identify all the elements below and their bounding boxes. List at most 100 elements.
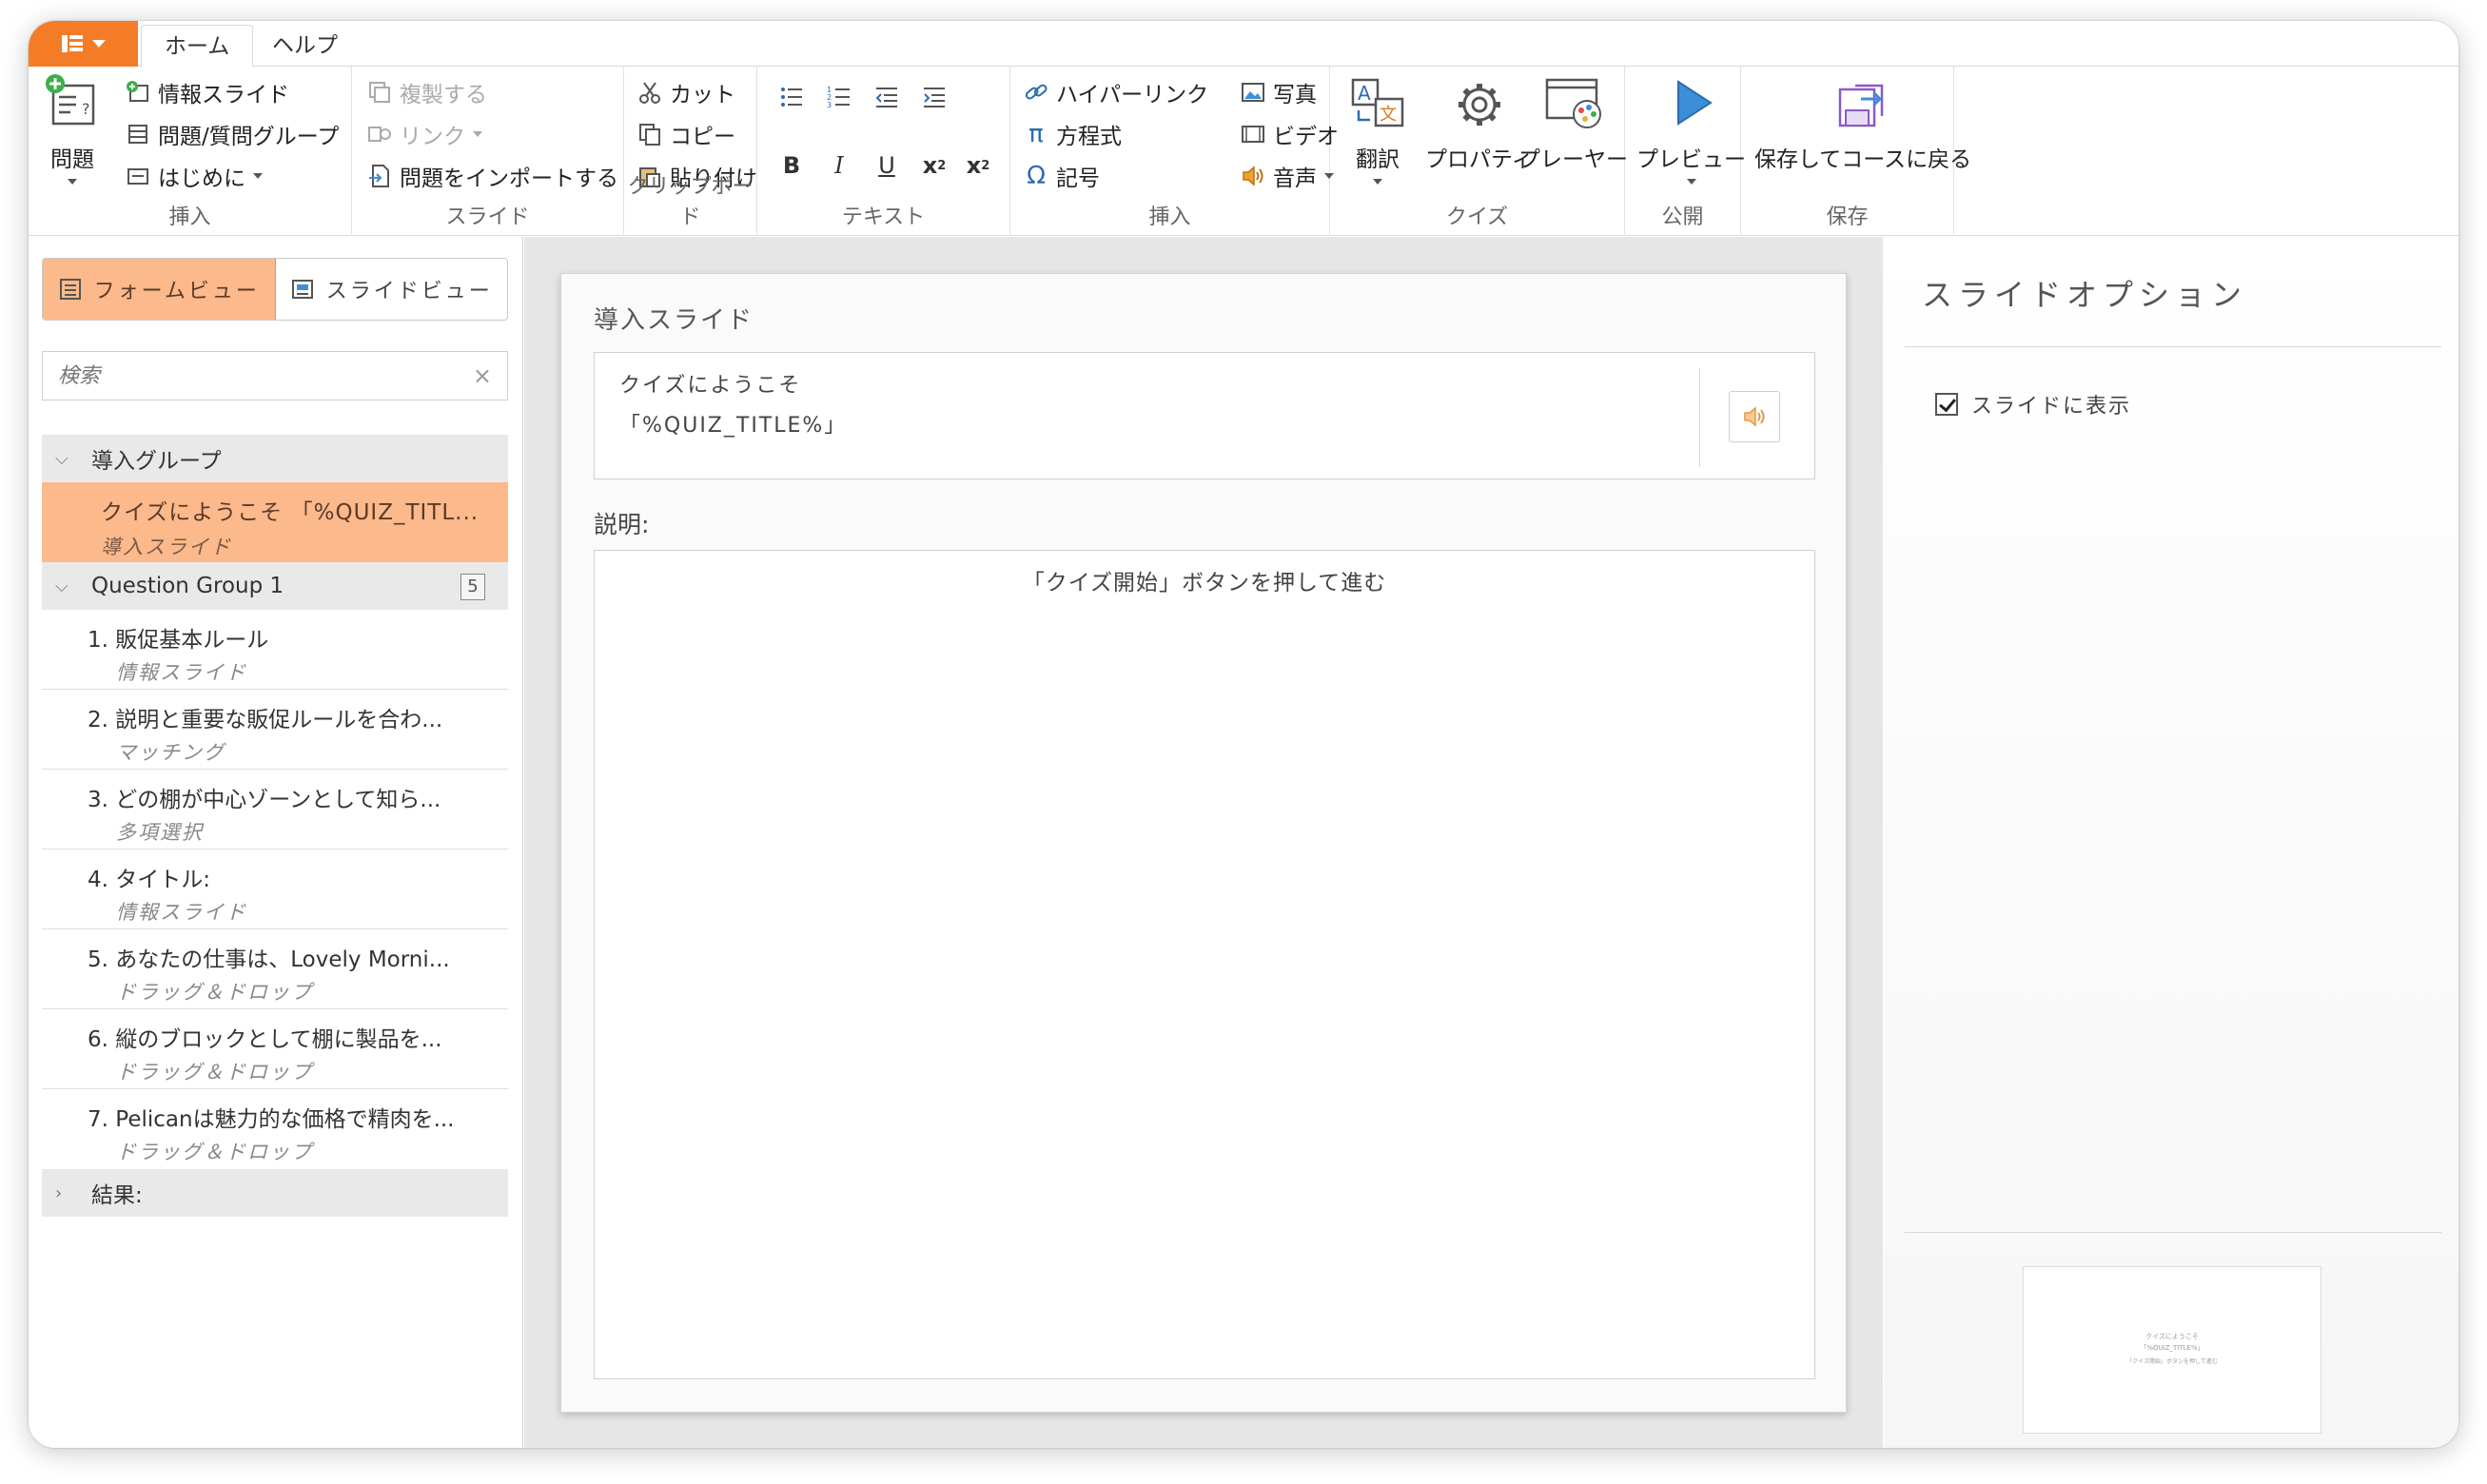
import-icon (367, 164, 392, 188)
question-group-button[interactable]: 問題/質問グループ (126, 118, 339, 150)
group-label-publish: 公開 (1661, 205, 1704, 229)
superscript-button[interactable]: x2 (959, 146, 997, 185)
bullet-list-button[interactable] (773, 78, 811, 116)
show-slide-label: スライドに表示 (1971, 395, 2132, 419)
thumb-title-line-1: クイズにようこそ (2145, 1333, 2199, 1340)
slide-thumbnail[interactable]: クイズにようこそ 「%QUIZ_TITLE%」 「クイズ開始」ボタンを押して進む (2023, 1266, 2321, 1434)
slide-editor: 導入スライド クイズにようこそ 「%QUIZ_TITLE%」 説明: 「クイズ開… (524, 237, 1883, 1448)
item-type: 情報スライド (116, 901, 247, 924)
show-slide-checkbox[interactable] (1935, 393, 1958, 416)
app-menu-button[interactable] (29, 21, 138, 67)
chevron-down-icon (68, 179, 77, 185)
chevron-down-icon[interactable]: ⌵ (55, 449, 80, 469)
title-audio-button[interactable] (1729, 391, 1780, 442)
group-insert: ? 問題 情報スライド 問題/質問グループ はじめに 挿入 (29, 67, 352, 236)
player-button[interactable]: プレーヤー (1518, 72, 1628, 173)
import-questions-button[interactable]: 問題をインポートする (367, 160, 618, 192)
subscript-mark: 2 (937, 158, 947, 173)
slide-view-button[interactable]: スライドビュー (276, 259, 508, 320)
translate-label: 翻訳 (1356, 147, 1400, 172)
svg-text:A: A (1358, 82, 1371, 105)
pi-icon: π (1028, 120, 1044, 148)
properties-button[interactable]: プロパティ (1425, 72, 1534, 173)
list-item[interactable]: 3. どの棚が中心ゾーンとして知ら... 多項選択 (42, 770, 508, 849)
divider (1905, 346, 2441, 347)
intro-slide-item[interactable]: クイズにようこそ 「%QUIZ_TITL... 導入スライド (42, 482, 508, 562)
clear-icon[interactable]: × (473, 362, 492, 389)
video-button[interactable]: ビデオ (1241, 118, 1339, 150)
symbol-button[interactable]: Ω 記号 (1024, 160, 1100, 192)
slide-view-icon (290, 277, 315, 302)
list-item[interactable]: 1. 販促基本ルール 情報スライド (42, 610, 508, 690)
link-button[interactable]: リンク (367, 118, 482, 150)
question-count-badge: 5 (460, 574, 485, 600)
item-title: 説明と重要な販促ルールを合わ... (115, 708, 443, 732)
group-header-intro[interactable]: ⌵ 導入グループ (42, 435, 508, 482)
item-title: どの棚が中心ゾーンとして知ら... (115, 788, 441, 812)
item-number: 5. (88, 947, 108, 972)
svg-text:?: ? (82, 100, 90, 118)
chevron-right-icon[interactable]: › (55, 1183, 80, 1203)
group-label-slide: スライド (445, 205, 530, 229)
bold-button[interactable]: B (773, 146, 811, 185)
group-title: 結果: (91, 1183, 143, 1208)
subscript-base: x (922, 152, 938, 179)
cut-button[interactable]: カット (637, 76, 735, 108)
increase-indent-button[interactable] (915, 78, 953, 116)
svg-text:文: 文 (1380, 105, 1397, 125)
group-clipboard: カット コピー 貼り付け クリップボード (624, 67, 757, 236)
italic-button[interactable]: I (820, 146, 858, 185)
copy-icon (637, 122, 662, 146)
audio-button[interactable]: 音声 (1241, 160, 1334, 192)
tab-home[interactable]: ホーム (141, 25, 254, 68)
slide-title-field[interactable]: クイズにようこそ 「%QUIZ_TITLE%」 (594, 352, 1815, 479)
item-type: ドラッグ＆ドロップ (116, 981, 313, 1004)
copy-button[interactable]: コピー (637, 118, 735, 150)
group-header-results[interactable]: › 結果: (42, 1169, 508, 1217)
panel-title: スライドオプション (1922, 277, 2248, 313)
duplicate-button[interactable]: 複製する (367, 76, 487, 108)
save-and-return-button[interactable]: 保存してコースに戻る (1754, 72, 1971, 173)
info-slide-button[interactable]: 情報スライド (126, 76, 289, 108)
item-title: 販促基本ルール (115, 628, 269, 653)
list-item[interactable]: 6. 縦のブロックとして棚に製品を... ドラッグ＆ドロップ (42, 1009, 508, 1089)
slide-heading: 導入スライド (594, 306, 754, 335)
chevron-down-icon (91, 40, 106, 48)
show-slide-option[interactable]: スライドに表示 (1935, 389, 2131, 420)
duplicate-icon (367, 80, 392, 105)
form-view-button[interactable]: フォームビュー (43, 259, 276, 320)
description-field[interactable]: 「クイズ開始」ボタンを押して進む (594, 550, 1815, 1379)
numbered-list-button[interactable]: 123 (820, 78, 858, 116)
decrease-indent-button[interactable] (868, 78, 906, 116)
photo-button[interactable]: 写真 (1241, 76, 1317, 108)
search-input[interactable] (58, 363, 473, 388)
item-type: 情報スライド (116, 661, 247, 684)
question-button[interactable]: ? 問題 (42, 72, 103, 185)
list-item[interactable]: 7. Pelicanは魅力的な価格で精肉を... ドラッグ＆ドロップ (42, 1089, 508, 1169)
chevron-down-icon (253, 173, 263, 179)
link-icon (367, 122, 392, 146)
ribbon-tabs: ホーム ヘルプ (29, 21, 2458, 68)
preview-label: プレビュー (1636, 147, 1746, 172)
tab-help[interactable]: ヘルプ (249, 25, 361, 68)
hyperlink-icon (1024, 80, 1048, 105)
play-icon (1661, 72, 1722, 133)
translate-button[interactable]: A文 翻訳 (1347, 72, 1408, 185)
item-number: 1. (88, 628, 108, 653)
hyperlink-button[interactable]: ハイパーリンク (1024, 76, 1208, 108)
equation-button[interactable]: π 方程式 (1024, 118, 1122, 150)
form-view-label: フォームビュー (93, 280, 260, 303)
chevron-down-icon[interactable]: ⌵ (55, 576, 80, 596)
player-icon (1543, 72, 1604, 133)
group-header-question-group[interactable]: ⌵ Question Group 1 5 (42, 562, 508, 610)
preview-button[interactable]: プレビュー (1636, 72, 1746, 185)
import-questions-label: 問題をインポートする (400, 166, 618, 191)
group-text: 123 B I U x2 x2 テキスト (757, 67, 1010, 236)
list-item[interactable]: 2. 説明と重要な販促ルールを合わ... マッチング (42, 690, 508, 770)
list-item[interactable]: 4. タイトル: 情報スライド (42, 849, 508, 929)
intro-button[interactable]: はじめに (126, 160, 263, 192)
subscript-button[interactable]: x2 (915, 146, 953, 185)
list-item[interactable]: 5. あなたの仕事は、Lovely Morni... ドラッグ＆ドロップ (42, 929, 508, 1009)
title-line-1: クイズにようこそ (619, 374, 802, 398)
underline-button[interactable]: U (868, 146, 906, 185)
